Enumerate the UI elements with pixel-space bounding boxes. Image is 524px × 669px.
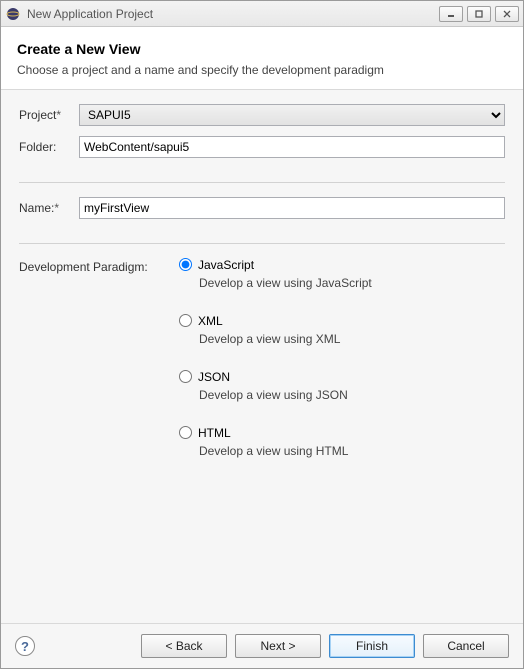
page-title: Create a New View <box>17 41 507 57</box>
finish-button[interactable]: Finish <box>329 634 415 658</box>
paradigm-options: JavaScript Develop a view using JavaScri… <box>179 258 505 482</box>
close-button[interactable] <box>495 6 519 22</box>
paradigm-option-desc: Develop a view using JavaScript <box>199 276 505 290</box>
paradigm-option-html: HTML Develop a view using HTML <box>179 426 505 458</box>
paradigm-option-xml: XML Develop a view using XML <box>179 314 505 346</box>
page-description: Choose a project and a name and specify … <box>17 63 507 79</box>
divider <box>19 182 505 183</box>
name-label: Name:* <box>19 201 79 215</box>
folder-input[interactable] <box>79 136 505 158</box>
paradigm-option-js: JavaScript Develop a view using JavaScri… <box>179 258 505 290</box>
paradigm-option-desc: Develop a view using XML <box>199 332 505 346</box>
paradigm-option-label: JavaScript <box>198 258 254 272</box>
button-bar: ? < Back Next > Finish Cancel <box>1 623 523 668</box>
wizard-content: Project* SAPUI5 Folder: Name:* Developme… <box>1 90 523 623</box>
back-button[interactable]: < Back <box>141 634 227 658</box>
minimize-button[interactable] <box>439 6 463 22</box>
paradigm-label: Development Paradigm: <box>19 258 179 274</box>
eclipse-icon <box>5 6 21 22</box>
wizard-header: Create a New View Choose a project and a… <box>1 27 523 90</box>
next-button[interactable]: Next > <box>235 634 321 658</box>
project-label: Project* <box>19 108 79 122</box>
name-input[interactable] <box>79 197 505 219</box>
paradigm-radio-js[interactable] <box>179 258 192 271</box>
paradigm-radio-html[interactable] <box>179 426 192 439</box>
paradigm-option-label: JSON <box>198 370 230 384</box>
paradigm-option-desc: Develop a view using HTML <box>199 444 505 458</box>
project-select[interactable]: SAPUI5 <box>79 104 505 126</box>
paradigm-option-json: JSON Develop a view using JSON <box>179 370 505 402</box>
paradigm-option-label: XML <box>198 314 223 328</box>
divider <box>19 243 505 244</box>
paradigm-option-label: HTML <box>198 426 231 440</box>
paradigm-radio-xml[interactable] <box>179 314 192 327</box>
window-title: New Application Project <box>27 7 153 21</box>
cancel-button[interactable]: Cancel <box>423 634 509 658</box>
help-icon[interactable]: ? <box>15 636 35 656</box>
paradigm-radio-json[interactable] <box>179 370 192 383</box>
folder-label: Folder: <box>19 140 79 154</box>
title-bar: New Application Project <box>1 1 523 27</box>
maximize-button[interactable] <box>467 6 491 22</box>
paradigm-option-desc: Develop a view using JSON <box>199 388 505 402</box>
